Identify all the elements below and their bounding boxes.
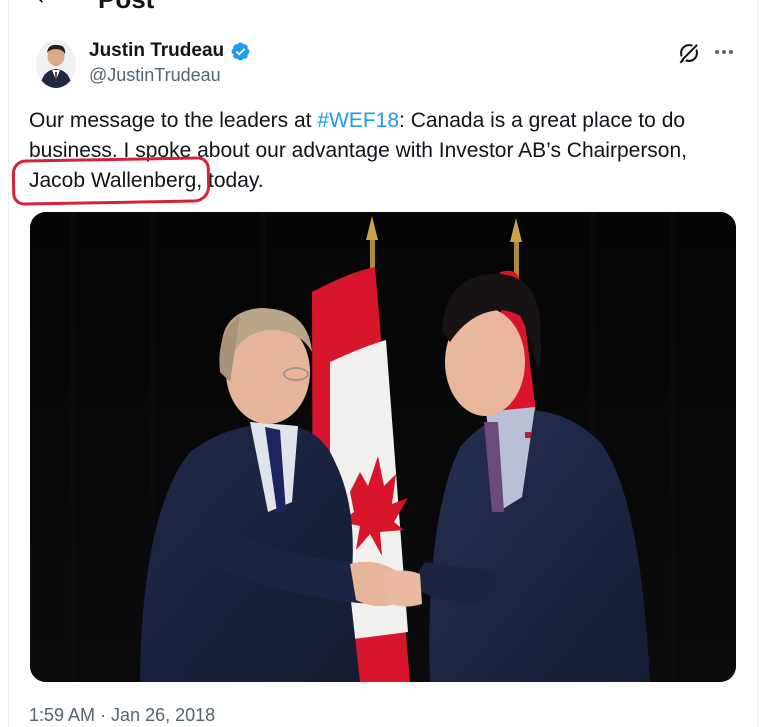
avatar[interactable] bbox=[36, 40, 76, 88]
author-name-text: Justin Trudeau bbox=[89, 40, 225, 61]
tweet-header: Justin Trudeau @JustinTrudeau bbox=[36, 40, 740, 90]
more-options-icon[interactable] bbox=[710, 40, 738, 64]
arrow-left-icon bbox=[39, 0, 43, 3]
verified-badge-icon bbox=[230, 41, 251, 62]
grok-icon[interactable] bbox=[676, 40, 702, 66]
back-button[interactable] bbox=[30, 0, 54, 8]
post-header: Post bbox=[8, 0, 758, 18]
red-annotation-circle bbox=[11, 156, 211, 206]
author-name[interactable]: Justin Trudeau bbox=[89, 40, 251, 62]
timestamp-time: 1:59 AM bbox=[29, 705, 96, 725]
tweet-photo[interactable] bbox=[30, 212, 736, 682]
page-title: Post bbox=[98, 0, 154, 14]
author-handle[interactable]: @JustinTrudeau bbox=[89, 64, 221, 86]
timestamp-separator: · bbox=[100, 705, 107, 725]
timestamp-date: Jan 26, 2018 bbox=[111, 705, 216, 725]
hashtag-link[interactable]: #WEF18 bbox=[317, 109, 399, 132]
tweet-text-part: Our message to the leaders at bbox=[29, 109, 318, 132]
tweet-timestamp[interactable]: 1:59 AM · Jan 26, 2018 bbox=[29, 704, 215, 726]
